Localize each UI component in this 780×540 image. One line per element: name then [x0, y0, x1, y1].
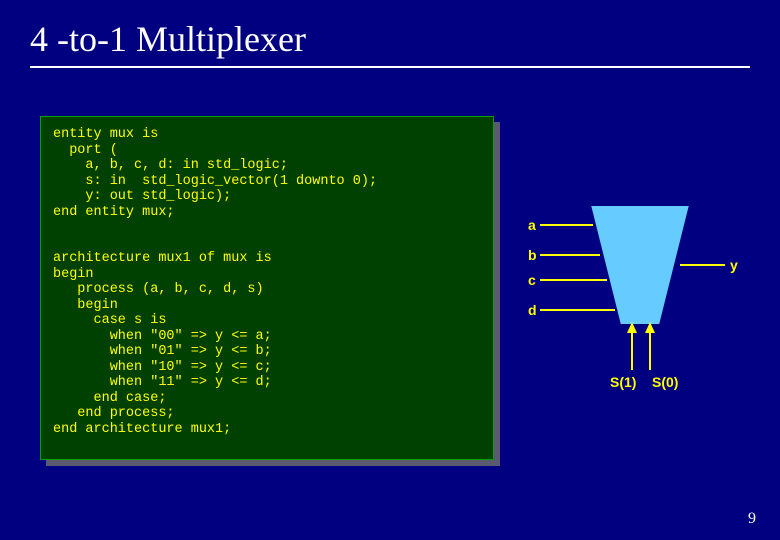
- label-a: a: [528, 217, 536, 233]
- slide-title: 4 -to-1 Multiplexer: [30, 18, 750, 60]
- mux-diagram: a b c d y S(1) S(0): [520, 200, 740, 400]
- label-s0: S(0): [652, 374, 678, 390]
- label-c: c: [528, 272, 536, 288]
- title-underline: [30, 66, 750, 68]
- mux-body-icon: [590, 205, 690, 325]
- label-d: d: [528, 302, 537, 318]
- slide-number: 9: [748, 510, 756, 528]
- slide: 4 -to-1 Multiplexer entity mux is port (…: [0, 0, 780, 540]
- code-block-1: entity mux is port ( a, b, c, d: in std_…: [53, 127, 377, 220]
- label-y: y: [730, 257, 738, 273]
- code-box: entity mux is port ( a, b, c, d: in std_…: [40, 116, 494, 460]
- label-s1: S(1): [610, 374, 636, 390]
- mux-svg: a b c d y S(1) S(0): [520, 200, 740, 400]
- title-block: 4 -to-1 Multiplexer: [30, 18, 750, 68]
- code-block-2: architecture mux1 of mux is begin proces…: [53, 251, 272, 437]
- label-b: b: [528, 247, 537, 263]
